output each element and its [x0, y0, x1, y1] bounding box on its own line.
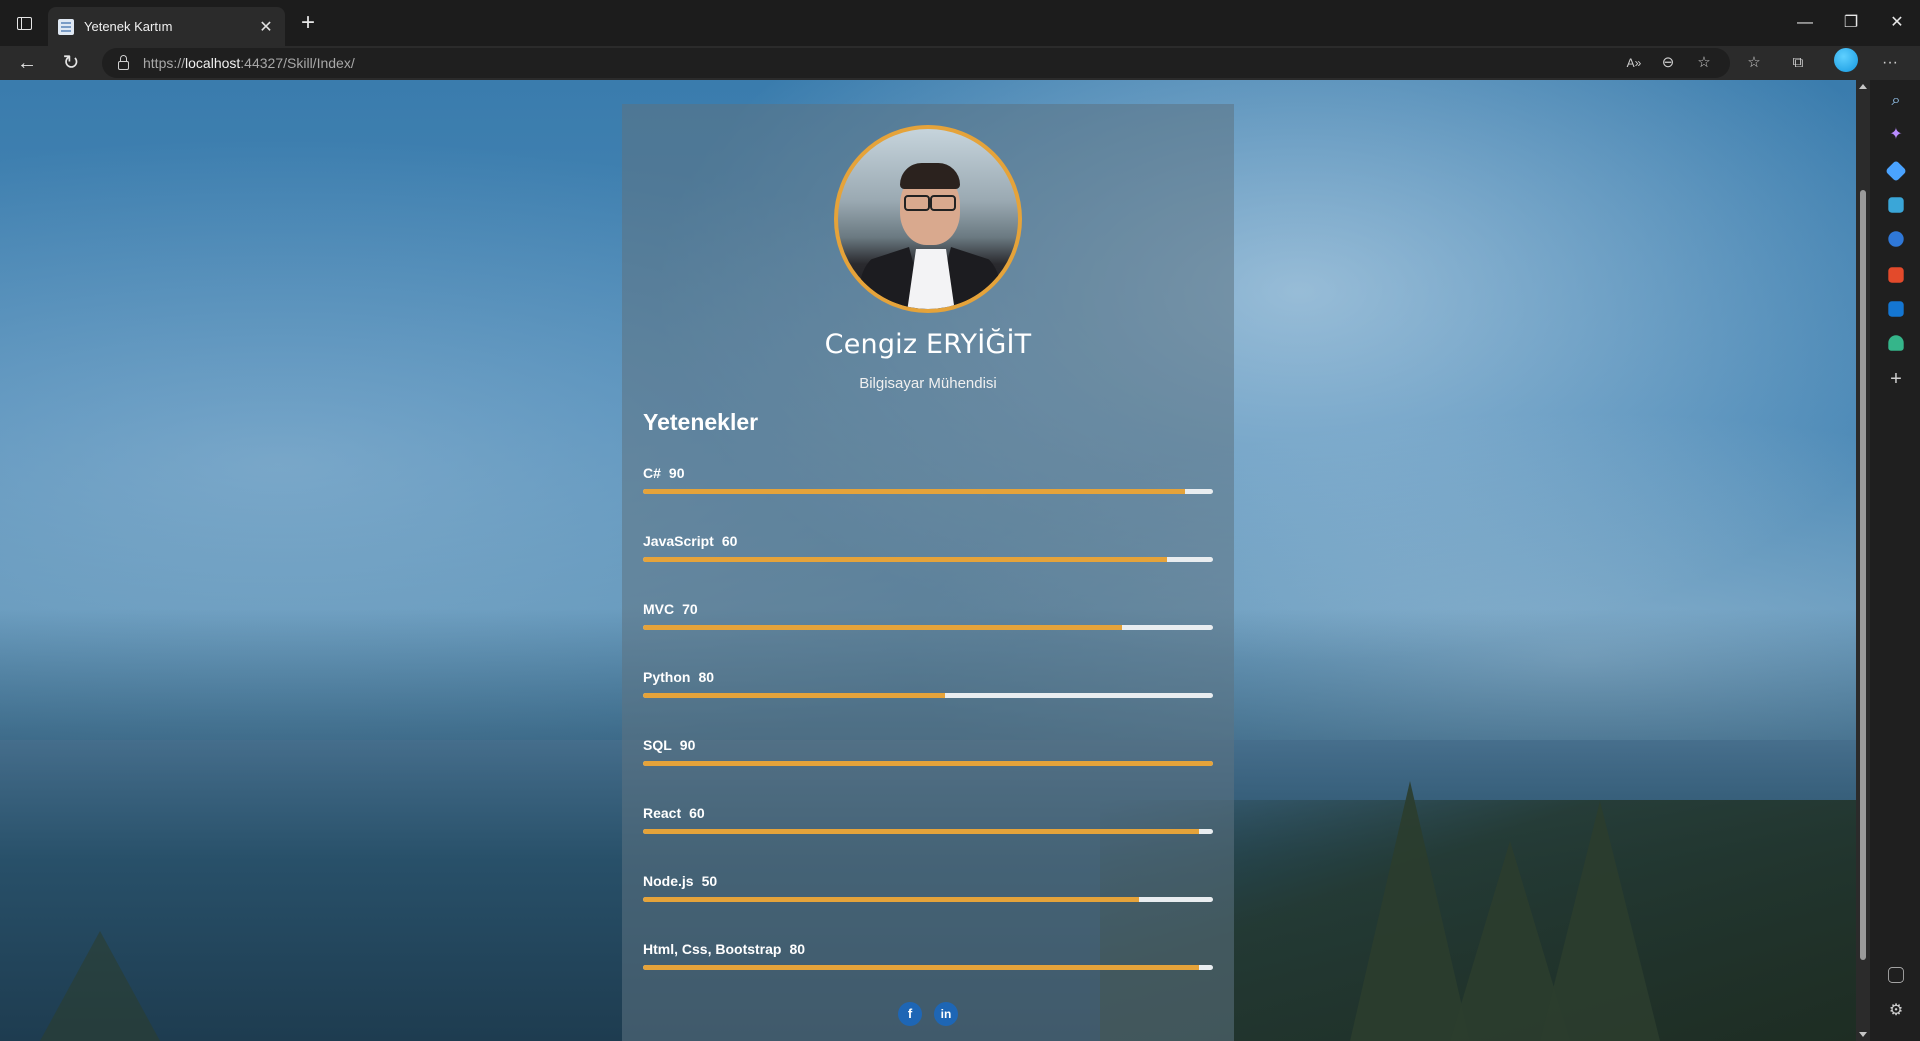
copilot-icon[interactable]: ✦	[1885, 124, 1907, 146]
close-window-button[interactable]: ✕	[1874, 8, 1920, 38]
skill-row: Node.js 50	[643, 873, 1213, 913]
add-favorite-icon[interactable]: ☆	[1692, 51, 1716, 75]
skill-row: React 60	[643, 805, 1213, 845]
linkedin-icon[interactable]: in	[934, 1002, 958, 1026]
skill-progress-track	[643, 965, 1213, 970]
back-button[interactable]: ←	[12, 49, 42, 77]
skill-value: 90	[668, 465, 685, 481]
page-scrollbar[interactable]	[1856, 80, 1870, 1041]
skill-value: 70	[682, 601, 698, 617]
url-text[interactable]: https://localhost:44327/Skill/Index/	[143, 55, 355, 71]
skill-value: 80	[698, 669, 715, 685]
add-sidebar-app-icon[interactable]: +	[1885, 368, 1907, 390]
tab-close-icon[interactable]: ✕	[257, 17, 275, 37]
scrollbar-thumb[interactable]	[1860, 190, 1866, 960]
skill-progress-track	[643, 625, 1213, 630]
skill-row: Html, Css, Bootstrap 80	[643, 941, 1213, 981]
skill-label: JavaScript 60	[643, 533, 745, 549]
profile-icon[interactable]	[1834, 48, 1858, 72]
browser-titlebar: Yetenek Kartım ✕ + — ❐ ✕	[0, 0, 1920, 46]
skill-progress-track	[643, 557, 1213, 562]
skill-label: MVC 70	[643, 601, 706, 617]
skill-value: 60	[721, 533, 738, 549]
drop-icon[interactable]	[1888, 335, 1904, 351]
skill-value: 90	[679, 737, 696, 753]
refresh-button[interactable]: ↻	[56, 49, 86, 77]
skill-progress-fill	[643, 965, 1199, 970]
skill-progress-fill	[643, 489, 1185, 494]
lock-icon[interactable]	[118, 54, 129, 70]
skill-row: C# 90	[643, 465, 1213, 505]
skill-progress-track	[643, 489, 1213, 494]
skill-label: React 60	[643, 805, 713, 821]
skill-progress-fill	[643, 625, 1122, 630]
hide-sidebar-icon[interactable]	[1888, 967, 1904, 983]
settings-gear-icon[interactable]: ⚙	[1885, 1000, 1907, 1022]
skill-name: SQL	[643, 737, 672, 753]
profile-title: Bilgisayar Mühendisi	[859, 375, 997, 392]
games-icon[interactable]	[1888, 231, 1904, 247]
more-icon[interactable]: ···	[1878, 51, 1902, 75]
skill-progress-track	[643, 693, 1213, 698]
skill-label: Python 80	[643, 669, 722, 685]
skill-row: SQL 90	[643, 737, 1213, 777]
search-icon[interactable]: ⌕	[1885, 90, 1907, 112]
skill-label: Html, Css, Bootstrap 80	[643, 941, 813, 957]
restore-button[interactable]: ❐	[1828, 8, 1874, 38]
skill-row: Python 80	[643, 669, 1213, 709]
skill-progress-fill	[643, 761, 1213, 766]
scroll-up-icon[interactable]	[1859, 84, 1867, 89]
office-icon[interactable]	[1888, 267, 1904, 283]
skill-progress-track	[643, 897, 1213, 902]
page-favicon-icon	[58, 18, 74, 35]
skill-value: 50	[701, 873, 718, 889]
tab-title: Yetenek Kartım	[84, 19, 173, 34]
profile-name: Cengiz ERYİĞİT	[824, 329, 1032, 360]
skill-name: Html, Css, Bootstrap	[643, 941, 782, 957]
skill-value: 80	[789, 941, 806, 957]
skill-name: MVC	[643, 601, 675, 617]
skills-heading: Yetenekler	[643, 409, 759, 435]
skill-progress-fill	[643, 557, 1168, 562]
skill-progress-fill	[643, 897, 1139, 902]
skill-label: Node.js 50	[643, 873, 725, 889]
read-aloud-icon[interactable]: A»	[1622, 51, 1646, 75]
outlook-icon[interactable]	[1888, 301, 1904, 317]
skill-name: JavaScript	[643, 533, 714, 549]
edge-sidebar: ⌕ ✦ + ⚙	[1870, 80, 1920, 1041]
skill-label: SQL 90	[643, 737, 703, 753]
skill-name: C#	[643, 465, 661, 481]
new-tab-button[interactable]: +	[294, 10, 322, 38]
favorites-icon[interactable]: ☆	[1742, 51, 1766, 75]
zoom-icon[interactable]: ⊖	[1656, 51, 1680, 75]
page-background: Cengiz ERYİĞİT Bilgisayar Mühendisi Yete…	[0, 80, 1856, 1041]
skill-progress-track	[643, 829, 1213, 834]
facebook-icon[interactable]: f	[898, 1002, 922, 1026]
minimize-button[interactable]: —	[1782, 8, 1828, 38]
skill-progress-track	[643, 761, 1213, 766]
skill-name: Node.js	[643, 873, 694, 889]
skill-row: JavaScript 60	[643, 533, 1213, 573]
skill-name: Python	[643, 669, 691, 685]
skill-label: C# 90	[643, 465, 692, 481]
background-tree	[40, 931, 160, 1041]
skill-value: 60	[689, 805, 705, 821]
tools-icon[interactable]	[1888, 197, 1904, 213]
address-bar[interactable]: https://localhost:44327/Skill/Index/	[102, 48, 1730, 78]
skill-row: MVC 70	[643, 601, 1213, 641]
avatar	[834, 125, 1022, 313]
skill-progress-fill	[643, 829, 1199, 834]
browser-toolbar: ← ↻ https://localhost:44327/Skill/Index/…	[0, 46, 1920, 80]
background-tree	[1540, 801, 1660, 1041]
scroll-down-icon[interactable]	[1859, 1032, 1867, 1037]
shopping-icon[interactable]	[1885, 160, 1907, 182]
collections-icon[interactable]: ⧉	[1786, 51, 1810, 75]
browser-tab[interactable]: Yetenek Kartım ✕	[48, 7, 285, 46]
skill-progress-fill	[643, 693, 946, 698]
skill-card: Cengiz ERYİĞİT Bilgisayar Mühendisi Yete…	[622, 104, 1234, 1041]
skill-name: React	[643, 805, 682, 821]
tab-actions-icon[interactable]	[10, 11, 38, 35]
